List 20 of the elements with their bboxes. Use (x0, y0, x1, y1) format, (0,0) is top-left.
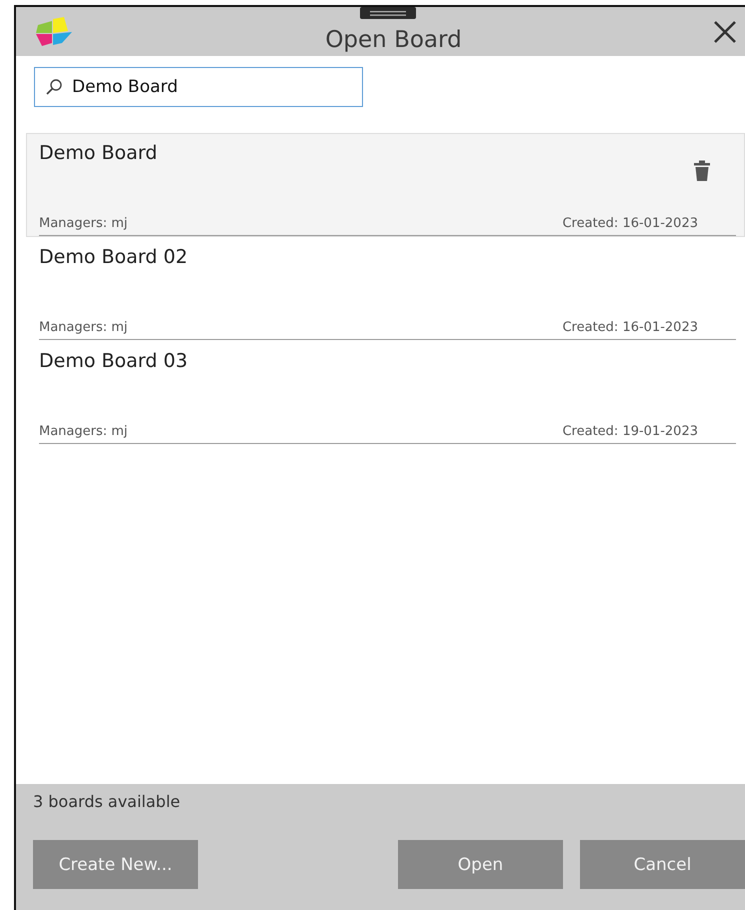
status-text: 3 boards available (33, 792, 182, 811)
created-date: Created: 16-01-2023 (562, 320, 699, 335)
board-name: Demo Board 03 (39, 350, 188, 372)
logo-icon (34, 14, 74, 48)
created-date: Created: 16-01-2023 (562, 216, 699, 231)
close-icon[interactable] (713, 20, 737, 44)
board-item[interactable]: Demo Board 02 Managers: mj Created: 16-01-2023 (26, 237, 745, 341)
trash-icon[interactable] (694, 160, 710, 182)
managers-label: Managers: mj (39, 320, 128, 335)
managers-label: Managers: mj (39, 424, 128, 439)
window-title: Open Board (325, 26, 462, 52)
board-name: Demo Board (39, 142, 158, 164)
search-field[interactable]: Demo Board (34, 67, 363, 107)
created-date: Created: 19-01-2023 (562, 424, 699, 439)
search-icon (45, 78, 63, 96)
board-item[interactable]: Demo Board Managers: mj Created: 16-01-2023 (26, 133, 745, 237)
board-item[interactable]: Demo Board 03 Managers: mj Created: 19-01-2023 (26, 341, 745, 445)
managers-label: Managers: mj (39, 216, 128, 231)
drag-handle-icon[interactable] (360, 7, 416, 19)
board-name: Demo Board 02 (39, 246, 188, 268)
